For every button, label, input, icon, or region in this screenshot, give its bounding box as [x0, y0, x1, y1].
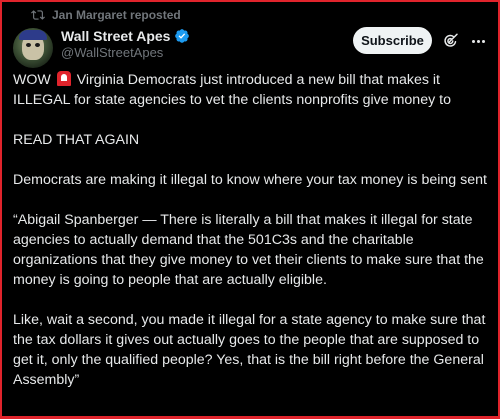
repost-indicator[interactable]: Jan Margaret reposted	[31, 8, 181, 22]
author-name[interactable]: Wall Street Apes	[61, 28, 170, 44]
post-text-segment: WOW	[13, 72, 55, 88]
more-icon[interactable]	[468, 31, 488, 51]
grok-icon[interactable]	[442, 32, 460, 50]
post-paragraph-1: WOW Virginia Democrats just introduced a…	[13, 70, 487, 110]
subscribe-button[interactable]: Subscribe	[353, 27, 432, 54]
avatar[interactable]	[13, 28, 53, 68]
post-paragraph-2: READ THAT AGAIN	[13, 132, 140, 148]
repost-text: Jan Margaret reposted	[52, 8, 181, 22]
post-paragraph-3: Democrats are making it illegal to know …	[13, 172, 487, 188]
verified-badge-icon	[174, 28, 190, 44]
post-paragraph-5: Like, wait a second, you made it illegal…	[13, 312, 486, 388]
post-text: WOW Virginia Democrats just introduced a…	[13, 70, 487, 410]
author-name-row[interactable]: Wall Street Apes	[61, 28, 190, 44]
repost-icon	[31, 10, 45, 20]
siren-emoji-icon	[56, 71, 71, 86]
post-text-segment: Virginia Democrats just introduced a new…	[13, 72, 451, 108]
author-handle[interactable]: @WallStreetApes	[61, 45, 163, 60]
post-paragraph-4: “Abigail Spanberger — There is literally…	[13, 212, 484, 288]
